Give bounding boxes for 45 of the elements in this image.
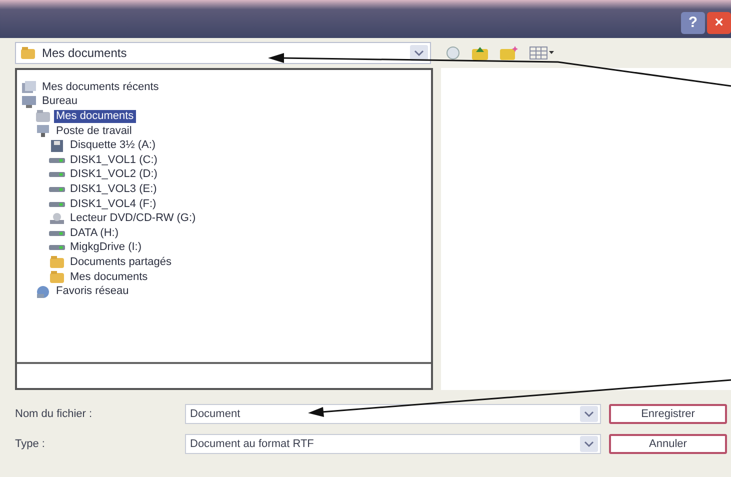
computer-icon — [35, 124, 51, 138]
drive-icon — [49, 158, 65, 163]
folder-option[interactable]: Mes documents — [54, 110, 136, 123]
drive-icon — [49, 245, 65, 250]
help-button[interactable]: ? — [681, 12, 705, 34]
network-icon — [35, 284, 51, 299]
folder-option[interactable]: Poste de travail — [54, 124, 134, 138]
back-icon[interactable] — [445, 45, 461, 61]
new-folder-icon[interactable] — [499, 45, 519, 61]
folder-option[interactable]: DISK1_VOL2 (D:) — [68, 168, 160, 182]
location-dropdown[interactable]: Mes documents — [15, 42, 431, 64]
folder-option[interactable]: DISK1_VOL4 (F:) — [68, 198, 158, 211]
folder-option[interactable]: Disquette 3½ (A:) — [68, 139, 158, 152]
folder-option[interactable]: Bureau — [40, 95, 80, 108]
folder-icon — [49, 270, 65, 284]
folder-option[interactable]: Lecteur DVD/CD-RW (G:) — [68, 212, 198, 226]
folder-icon — [49, 255, 65, 270]
drive-icon — [49, 230, 65, 236]
drive-icon — [49, 172, 65, 178]
folder-icon — [20, 46, 36, 60]
field-label: Nom du fichier : — [15, 406, 94, 422]
field-label: Type : — [15, 436, 46, 452]
folder-option[interactable]: Favoris réseau — [54, 285, 131, 298]
folder-option[interactable]: DISK1_VOL3 (E:) — [68, 182, 159, 196]
folder-option[interactable]: DATA (H:) — [68, 226, 120, 240]
desktop-icon — [21, 94, 37, 109]
folder-option[interactable]: Mes documents récents — [40, 80, 161, 94]
close-button[interactable]: × — [707, 12, 731, 34]
drive-icon — [49, 186, 65, 192]
disc-drive-icon — [49, 212, 65, 226]
folder-option[interactable]: Documents partagés — [68, 256, 174, 269]
drive-icon — [49, 202, 65, 207]
folder-icon — [35, 109, 51, 124]
folder-option[interactable]: MigkgDrive (I:) — [68, 241, 144, 254]
file-type-dropdown[interactable]: Document au format RTF — [185, 434, 601, 454]
folder-option[interactable]: DISK1_VOL1 (C:) — [68, 154, 160, 167]
floppy-icon — [49, 138, 65, 153]
save-button[interactable]: Enregistrer — [609, 404, 727, 424]
dropdown-caret-icon[interactable] — [410, 45, 428, 61]
folder-up-icon[interactable] — [471, 45, 489, 61]
folder-option[interactable]: Mes documents — [68, 270, 150, 284]
file-name-field[interactable]: Document — [185, 404, 601, 424]
cancel-button[interactable]: Annuler — [609, 434, 727, 454]
documents-stack-icon — [21, 80, 37, 94]
views-menu-icon[interactable] — [529, 46, 555, 60]
